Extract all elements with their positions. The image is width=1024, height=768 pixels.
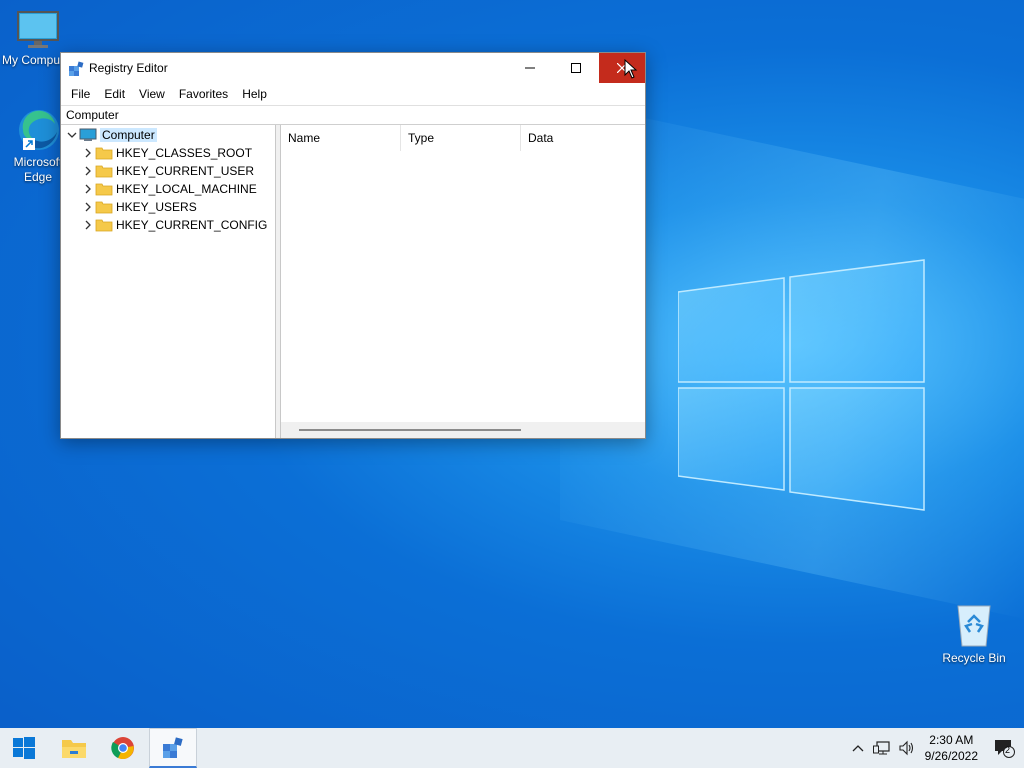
chevron-right-icon[interactable] bbox=[81, 198, 95, 216]
chevron-right-icon[interactable] bbox=[81, 144, 95, 162]
title-bar[interactable]: Registry Editor bbox=[61, 53, 645, 83]
menu-bar: File Edit View Favorites Help bbox=[61, 83, 645, 105]
registry-editor-icon bbox=[163, 736, 183, 758]
volume-icon[interactable] bbox=[898, 739, 916, 757]
maximize-button[interactable] bbox=[553, 53, 599, 83]
chevron-right-icon[interactable] bbox=[81, 216, 95, 234]
tree-item-label: HKEY_LOCAL_MACHINE bbox=[116, 182, 257, 196]
start-button[interactable] bbox=[0, 728, 48, 768]
folder-icon bbox=[95, 201, 113, 214]
folder-icon bbox=[95, 165, 113, 178]
tree-item-hkey-current-user[interactable]: HKEY_CURRENT_USER bbox=[81, 162, 254, 180]
system-clock[interactable]: 2:30 AM 9/26/2022 bbox=[925, 732, 978, 764]
chevron-right-icon[interactable] bbox=[81, 180, 95, 198]
menu-edit[interactable]: Edit bbox=[97, 87, 132, 101]
taskbar-file-explorer[interactable] bbox=[50, 728, 98, 768]
folder-icon bbox=[95, 147, 113, 160]
desktop-icon-recycle-bin[interactable]: Recycle Bin bbox=[936, 602, 1012, 666]
notifications-icon[interactable]: 2 bbox=[993, 739, 1015, 758]
chrome-icon bbox=[111, 737, 134, 760]
menu-favorites[interactable]: Favorites bbox=[172, 87, 235, 101]
values-list[interactable]: Name Type Data bbox=[281, 125, 645, 438]
show-hidden-icons-chevron-up-icon[interactable] bbox=[849, 739, 867, 757]
column-headers: Name Type Data bbox=[281, 125, 645, 151]
notification-count-badge: 2 bbox=[1005, 745, 1011, 755]
menu-view[interactable]: View bbox=[132, 87, 172, 101]
clock-date: 9/26/2022 bbox=[924, 749, 978, 763]
horizontal-scrollbar[interactable] bbox=[281, 422, 645, 438]
tree-item-hkey-local-machine[interactable]: HKEY_LOCAL_MACHINE bbox=[81, 180, 257, 198]
scrollbar-thumb[interactable] bbox=[299, 429, 521, 431]
chevron-down-icon[interactable] bbox=[65, 126, 79, 144]
key-tree[interactable]: Computer HKEY_CLASSES_ROOT HKEY_CURRENT_… bbox=[61, 125, 276, 438]
network-icon[interactable] bbox=[873, 739, 891, 757]
tree-item-computer[interactable]: Computer bbox=[65, 126, 157, 144]
minimize-button[interactable] bbox=[507, 53, 553, 83]
close-button[interactable] bbox=[599, 53, 645, 83]
tree-item-label: HKEY_CURRENT_CONFIG bbox=[116, 218, 268, 232]
edge-icon bbox=[19, 110, 59, 150]
tree-item-label: HKEY_USERS bbox=[116, 200, 197, 214]
clock-time: 2:30 AM bbox=[929, 733, 974, 747]
maximize-icon bbox=[571, 63, 581, 73]
chevron-right-icon[interactable] bbox=[81, 162, 95, 180]
menu-help[interactable]: Help bbox=[235, 87, 274, 101]
windows-logo-wallpaper bbox=[678, 259, 925, 511]
editor-panes: Computer HKEY_CLASSES_ROOT HKEY_CURRENT_… bbox=[61, 125, 645, 438]
taskbar: 2:30 AM 9/26/2022 2 bbox=[0, 728, 1024, 768]
taskbar-chrome[interactable] bbox=[99, 728, 147, 768]
tree-item-hkey-current-config[interactable]: HKEY_CURRENT_CONFIG bbox=[81, 216, 267, 234]
window-title: Registry Editor bbox=[89, 61, 168, 75]
tree-item-label: HKEY_CURRENT_USER bbox=[116, 164, 255, 178]
tree-item-hkey-classes-root[interactable]: HKEY_CLASSES_ROOT bbox=[81, 144, 252, 162]
minimize-icon bbox=[525, 67, 535, 69]
folder-icon bbox=[95, 183, 113, 196]
taskbar-registry-editor[interactable] bbox=[149, 728, 197, 768]
monitor-icon bbox=[17, 11, 59, 48]
mouse-cursor-icon bbox=[624, 59, 638, 79]
recycle-bin-icon bbox=[957, 605, 991, 647]
registry-editor-icon bbox=[69, 61, 84, 76]
column-header-type[interactable]: Type bbox=[401, 125, 521, 151]
folder-icon bbox=[95, 219, 113, 232]
column-header-data[interactable]: Data bbox=[521, 125, 645, 151]
tree-item-label: HKEY_CLASSES_ROOT bbox=[116, 146, 253, 160]
computer-icon bbox=[79, 128, 97, 141]
windows-start-icon bbox=[13, 737, 35, 759]
desktop-icon-label: Recycle Bin bbox=[942, 651, 1006, 665]
tree-item-label: Computer bbox=[100, 128, 157, 142]
column-header-name[interactable]: Name bbox=[281, 125, 401, 151]
tree-item-hkey-users[interactable]: HKEY_USERS bbox=[81, 198, 197, 216]
menu-file[interactable]: File bbox=[64, 87, 97, 101]
address-bar[interactable]: Computer bbox=[61, 105, 645, 125]
folder-icon bbox=[62, 740, 86, 758]
registry-editor-window[interactable]: Registry Editor File Edit View Favorites… bbox=[60, 52, 646, 439]
